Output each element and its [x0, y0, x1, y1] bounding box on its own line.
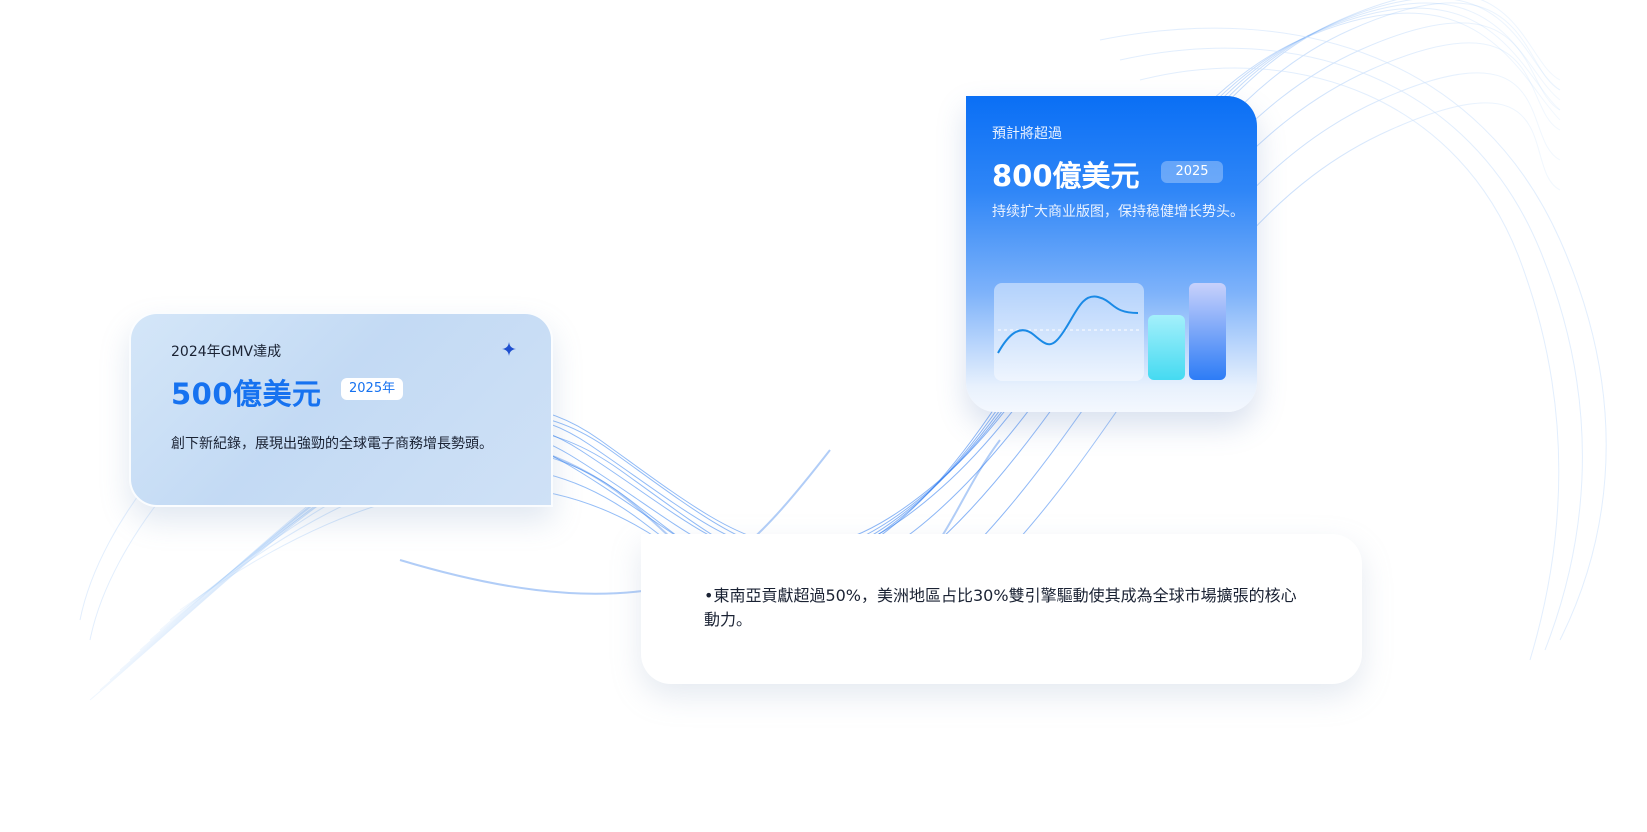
gmv-2024-card: 2024年GMV達成 500億美元 2025年 創下新紀錄，展現出強勁的全球電子…	[129, 312, 553, 507]
card-subtitle: 預計將超過	[992, 126, 1062, 142]
regions-card: •東南亞貢獻超過50%，美洲地區占比30%雙引擎驅動使其成為全球市場擴張的核心動…	[641, 534, 1362, 684]
forecast-value: 800億美元	[992, 159, 1140, 193]
regions-text: •東南亞貢獻超過50%，美洲地區占比30%雙引擎驅動使其成為全球市場擴張的核心動…	[704, 586, 1297, 629]
mini-bar-2	[1189, 283, 1226, 380]
card-subtitle: 2024年GMV達成	[171, 344, 282, 360]
gmv-value: 500億美元	[171, 377, 322, 411]
mini-line-chart	[994, 283, 1144, 381]
year-badge: 2025年	[341, 378, 404, 400]
card-description: 創下新紀錄，展現出強勁的全球電子商務增長勢頭。	[171, 436, 493, 452]
forecast-2025-card: 預計將超過 800億美元 2025 持续扩大商业版图，保持稳健增长势头。	[966, 96, 1257, 412]
trend-line	[997, 295, 1140, 354]
mini-bar-1	[1148, 315, 1185, 380]
card-description: 持续扩大商业版图，保持稳健增长势头。	[992, 204, 1244, 220]
year-badge: 2025	[1161, 161, 1223, 183]
sparkle-icon	[502, 342, 516, 356]
